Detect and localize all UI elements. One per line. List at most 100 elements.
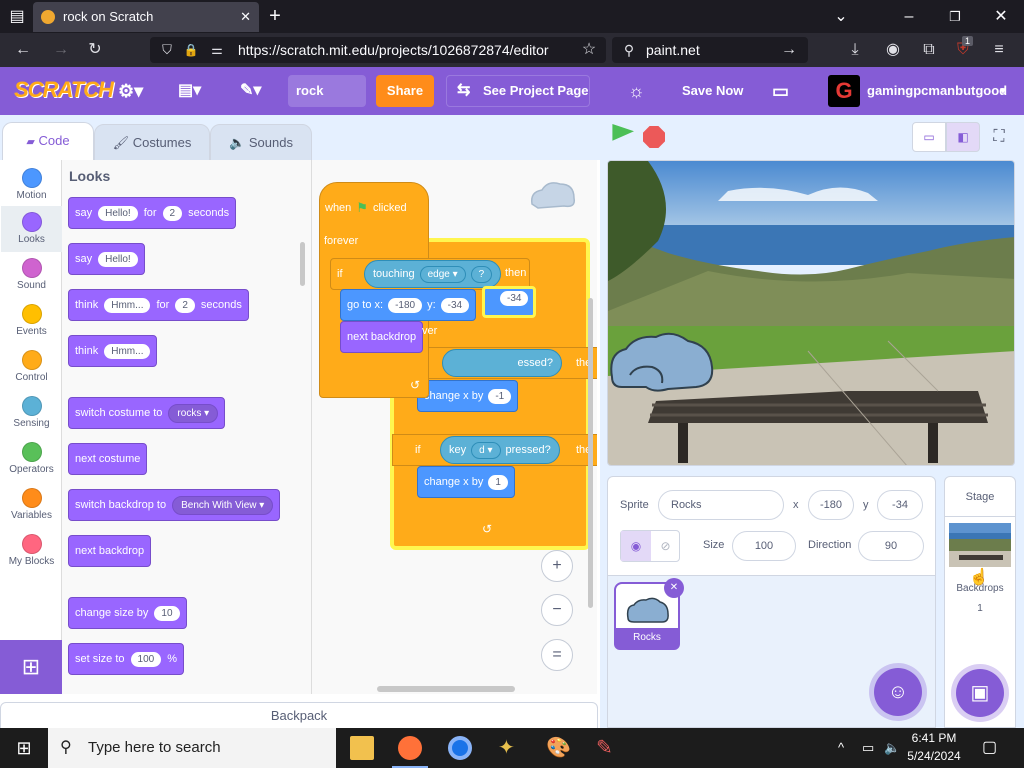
switch-costume-block[interactable]: switch costume to rocks ▾ <box>68 397 226 429</box>
category-variables[interactable]: Variables <box>1 486 62 528</box>
block-input[interactable]: ? <box>470 265 493 283</box>
small-stage-button[interactable]: ▭ <box>912 122 946 152</box>
block-input[interactable]: 100 <box>130 651 162 667</box>
block-input[interactable]: Hmm... <box>104 343 151 359</box>
y-input[interactable]: -34 <box>877 490 923 520</box>
tray-chevron-icon[interactable]: ^ <box>838 728 844 768</box>
downloads-icon[interactable]: ⤓ <box>844 39 866 61</box>
permissions-icon[interactable]: ⚌ <box>206 39 228 61</box>
user-avatar[interactable]: G <box>828 75 860 107</box>
address-bar[interactable]: ⛉ 🔒 ⚌ https://scratch.mit.edu/projects/1… <box>150 37 606 63</box>
restore-window-button[interactable]: ❐ <box>940 0 970 33</box>
category-motion[interactable]: Motion <box>1 164 62 206</box>
network-icon[interactable]: ▭ <box>862 728 874 768</box>
sprite-name-input[interactable]: Rocks <box>658 490 784 520</box>
script-area[interactable]: essed? the change x by -1 if key d ▾ pre… <box>312 160 597 694</box>
shield-icon[interactable]: ⛉ <box>156 39 178 61</box>
block-input[interactable]: Hello! <box>98 205 138 221</box>
forward-arrow-icon[interactable]: → <box>50 39 72 61</box>
category-operators[interactable]: Operators <box>1 440 62 482</box>
large-stage-button[interactable]: ◧ <box>946 122 980 152</box>
next-costume-block[interactable]: next costume <box>68 443 148 475</box>
my-stuff-folder-icon[interactable]: ▭ <box>772 76 789 106</box>
tab-list-icon[interactable]: ▤ <box>2 0 32 33</box>
chrome-icon[interactable] <box>448 736 472 760</box>
list-all-tabs-icon[interactable]: ⌄ <box>826 0 856 33</box>
tab-close-icon[interactable]: ✕ <box>240 2 251 32</box>
minimize-window-button[interactable]: – <box>894 0 924 33</box>
account-chevron-down-icon[interactable]: ▼ <box>998 77 1008 107</box>
extensions-icon[interactable]: ⧉ <box>918 39 940 61</box>
close-window-button[interactable]: ✕ <box>986 0 1016 33</box>
block-input[interactable]: 2 <box>162 205 183 221</box>
costume-dropdown[interactable]: rocks ▾ <box>168 403 219 423</box>
block-input[interactable]: 2 <box>175 297 195 313</box>
backdrop-thumbnail[interactable] <box>949 523 1011 567</box>
block-input[interactable]: -34 <box>440 297 470 313</box>
category-events[interactable]: Events <box>1 302 62 344</box>
file-explorer-icon[interactable] <box>350 736 374 760</box>
touching-edge-block[interactable]: touching edge ▾ ? <box>364 260 502 288</box>
browser-tab[interactable]: rock on Scratch ✕ <box>33 2 259 32</box>
x-input[interactable]: -180 <box>808 490 854 520</box>
zoom-in-button[interactable]: + <box>541 550 573 582</box>
category-control[interactable]: Control <box>1 348 62 390</box>
stage-canvas[interactable] <box>607 160 1015 466</box>
tab-costumes[interactable]: 🖌 Costumes <box>94 124 210 164</box>
tab-sounds[interactable]: 🔈 Sounds <box>210 124 312 164</box>
size-input[interactable]: 100 <box>732 531 796 561</box>
block-input[interactable]: Hmm... <box>104 297 151 313</box>
key-pressed-partial-block[interactable]: essed? <box>442 349 562 377</box>
file-menu-icon[interactable]: ▤▾ <box>178 76 201 106</box>
switch-backdrop-block[interactable]: switch backdrop to Bench With View ▾ <box>68 489 281 521</box>
menu-hamburger-icon[interactable]: ≡ <box>988 39 1010 61</box>
fullscreen-icon[interactable]: ⛶ <box>986 124 1012 150</box>
palette-scrollbar[interactable] <box>300 242 305 286</box>
tab-code[interactable]: ▰ Code <box>2 122 94 162</box>
backdrop-dropdown[interactable]: Bench With View ▾ <box>172 495 274 515</box>
touching-dropdown[interactable]: edge ▾ <box>419 265 466 283</box>
stage-target-pane[interactable]: Stage ☝ Backdrops 1 ▣ <box>944 476 1016 728</box>
think-block[interactable]: think Hmm... <box>68 335 158 367</box>
search-go-arrow-icon[interactable]: → <box>778 39 800 61</box>
zoom-out-button[interactable]: − <box>541 594 573 626</box>
script-horizontal-scrollbar[interactable] <box>377 686 515 692</box>
category-looks[interactable]: Looks <box>1 206 62 252</box>
paint-brush-app-icon[interactable]: ✎ <box>596 736 620 760</box>
key-d-pressed-block[interactable]: key d ▾ pressed? <box>440 436 560 464</box>
show-eye-icon[interactable]: ◉ <box>621 531 651 561</box>
see-project-page-button[interactable]: ⇆ See Project Page <box>446 75 590 107</box>
scratch-logo[interactable]: SCRATCH <box>14 77 114 103</box>
search-box[interactable]: ⚲ paint.net → <box>612 37 808 63</box>
block-input[interactable]: -34 <box>500 291 529 306</box>
hide-eye-icon[interactable]: ⊘ <box>651 531 680 561</box>
zoom-reset-button[interactable]: = <box>541 639 573 671</box>
account-icon[interactable]: ◉ <box>882 39 904 61</box>
taskbar-search-box[interactable]: ⚲ Type here to search <box>48 728 336 768</box>
change-size-block[interactable]: change size by 10 <box>68 597 187 629</box>
reload-icon[interactable]: ↻ <box>84 39 106 61</box>
share-button[interactable]: Share <box>376 75 434 107</box>
notifications-icon[interactable]: ▢ <box>982 728 997 768</box>
paint-palette-icon[interactable]: 🎨 <box>546 736 571 760</box>
firefox-icon[interactable] <box>398 736 422 760</box>
windows-start-icon[interactable]: ⊞ <box>0 728 48 768</box>
taskbar-time[interactable]: 6:41 PM <box>898 731 970 745</box>
set-size-block[interactable]: set size to 100 % <box>68 643 184 675</box>
block-input[interactable]: Hello! <box>98 251 138 267</box>
project-title-input[interactable]: rock <box>288 75 366 107</box>
block-input[interactable]: -180 <box>388 297 423 313</box>
add-extension-button[interactable]: ⊞ <box>0 640 62 694</box>
bookmark-star-icon[interactable]: ☆ <box>578 39 600 61</box>
block-input[interactable]: -1 <box>488 388 512 404</box>
block-input[interactable]: 1 <box>488 474 508 490</box>
new-tab-button[interactable]: + <box>260 0 290 33</box>
lock-icon[interactable]: 🔒 <box>180 39 202 61</box>
next-backdrop-script-block[interactable]: next backdrop <box>340 321 424 353</box>
back-arrow-icon[interactable]: ← <box>12 39 34 61</box>
username[interactable]: gamingpcmanbutgood <box>867 76 1007 106</box>
tutorials-lightbulb-icon[interactable]: ☼ <box>628 76 645 106</box>
backpack-bar[interactable]: Backpack <box>0 702 598 730</box>
change-x-block-1[interactable]: change x by -1 <box>417 380 519 412</box>
when-flag-clicked-block[interactable]: when ⚑ clicked <box>319 194 413 222</box>
